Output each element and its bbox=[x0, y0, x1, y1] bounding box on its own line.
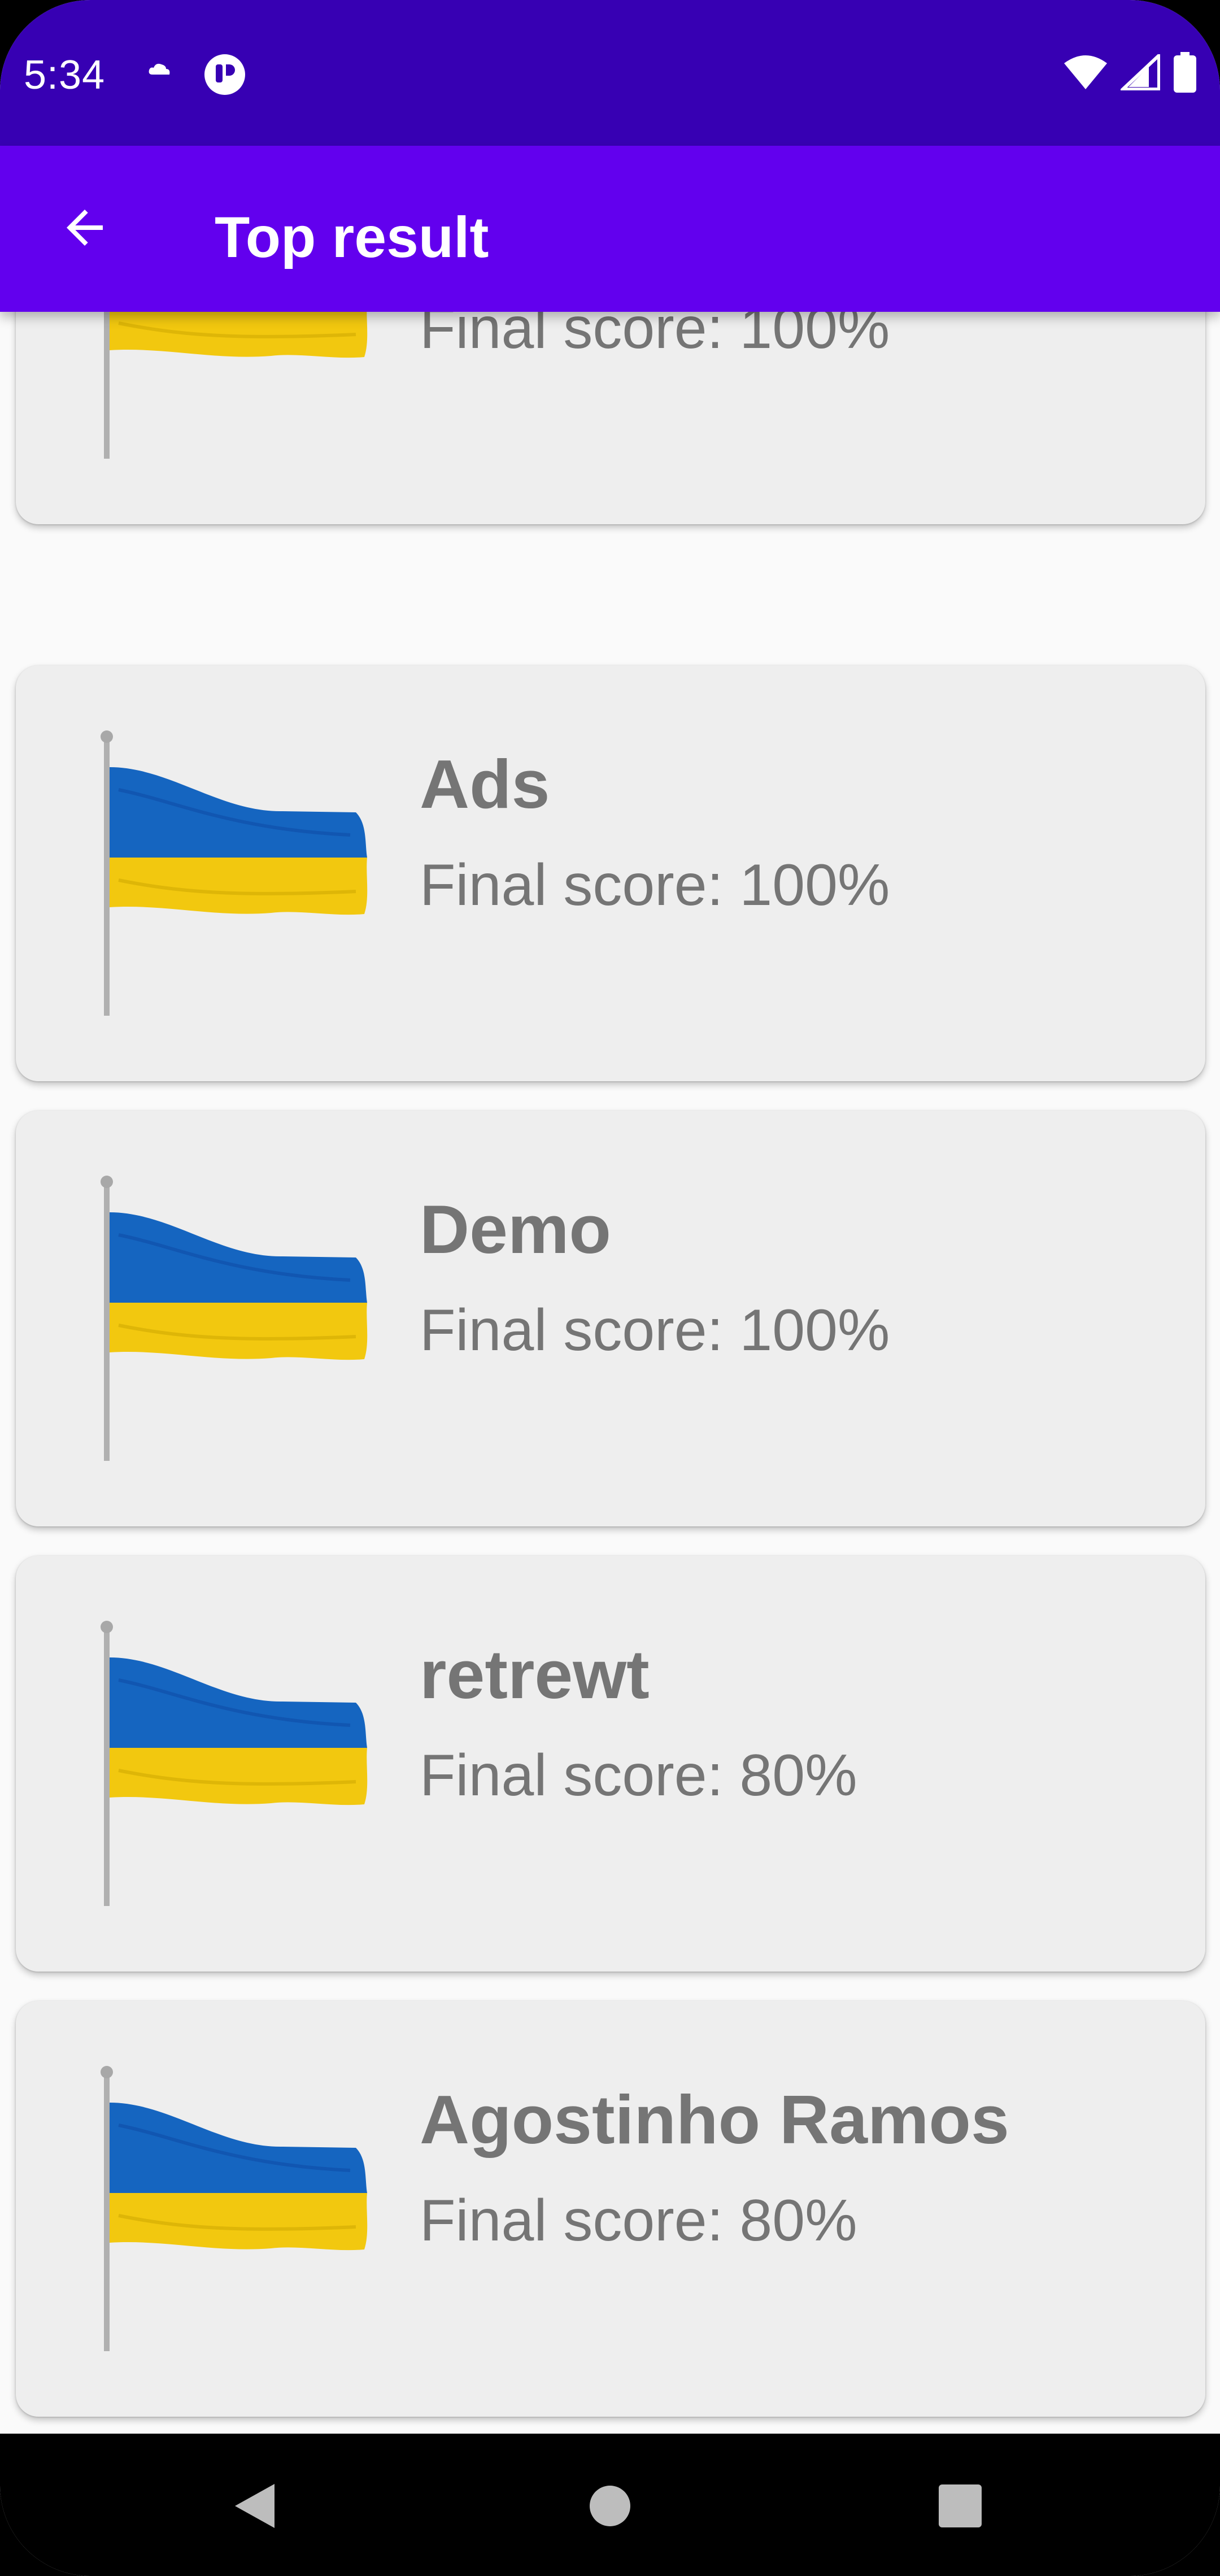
ukraine-flag-icon bbox=[85, 1173, 378, 1467]
ukraine-flag-icon bbox=[85, 312, 378, 464]
arrow-left-icon bbox=[58, 201, 112, 258]
cloud-icon bbox=[148, 61, 171, 80]
nav-back-button[interactable] bbox=[220, 2473, 288, 2541]
result-score: Final score: 100% bbox=[420, 1298, 890, 1363]
result-score: Final score: 80% bbox=[420, 1743, 857, 1808]
screen: 5:34 Top result Final score: 100% Ads Fi… bbox=[0, 0, 1220, 2576]
nav-recents-button[interactable] bbox=[926, 2473, 994, 2541]
ukraine-flag-icon bbox=[85, 1618, 378, 1912]
navigation-bar bbox=[0, 2434, 1220, 2576]
result-card[interactable]: Ads Final score: 100% bbox=[16, 665, 1205, 1081]
app-bar: Top result bbox=[0, 146, 1220, 312]
wifi-icon bbox=[1063, 54, 1108, 93]
ukraine-flag-icon bbox=[85, 2063, 378, 2357]
status-time: 5:34 bbox=[24, 53, 106, 98]
result-card[interactable]: agostinhoramos Final score: 100% bbox=[16, 312, 1205, 524]
result-name: Demo bbox=[420, 1191, 611, 1268]
app-notification-icon bbox=[202, 52, 247, 100]
status-bar: 5:34 bbox=[0, 0, 1220, 146]
back-button[interactable] bbox=[51, 195, 119, 263]
recents-square-icon bbox=[938, 2483, 983, 2531]
result-name: retrewt bbox=[420, 1636, 650, 1713]
home-circle-icon bbox=[587, 2483, 633, 2531]
page-title: Top result bbox=[215, 205, 489, 269]
status-icons bbox=[1063, 51, 1197, 95]
result-score: Final score: 80% bbox=[420, 2188, 857, 2253]
result-score: Final score: 100% bbox=[420, 312, 890, 361]
result-name: Agostinho Ramos bbox=[420, 2081, 1009, 2158]
result-name: Ads bbox=[420, 746, 550, 823]
results-list[interactable]: agostinhoramos Final score: 100% Ads Fin… bbox=[0, 312, 1220, 2434]
result-score: Final score: 100% bbox=[420, 852, 890, 918]
cellular-icon bbox=[1118, 51, 1161, 93]
nav-home-button[interactable] bbox=[576, 2473, 644, 2541]
result-card[interactable]: retrewt Final score: 80% bbox=[16, 1556, 1205, 1972]
ukraine-flag-icon bbox=[85, 728, 378, 1021]
back-triangle-icon bbox=[232, 2482, 277, 2533]
result-card[interactable]: Demo Final score: 100% bbox=[16, 1111, 1205, 1526]
battery-icon bbox=[1173, 52, 1197, 95]
result-card[interactable]: Agostinho Ramos Final score: 80% bbox=[16, 2001, 1205, 2417]
